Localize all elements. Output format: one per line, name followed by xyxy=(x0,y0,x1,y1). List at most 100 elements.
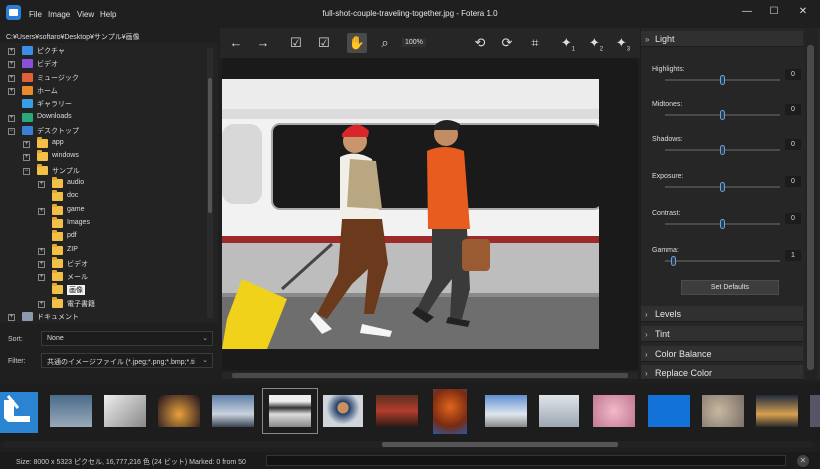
tint-section-header[interactable]: › Tint xyxy=(641,326,803,342)
thumbnail-selected[interactable] xyxy=(262,388,318,434)
minimize-button[interactable]: — xyxy=(734,4,760,20)
zoom-icon[interactable]: ⌕ xyxy=(375,33,395,53)
expand-icon[interactable]: + xyxy=(38,260,45,268)
expand-icon[interactable]: + xyxy=(38,247,45,255)
tree-item[interactable]: − デスクトップ xyxy=(0,125,205,138)
thumbnail[interactable] xyxy=(648,395,690,427)
tree-item[interactable]: + ドキュメント xyxy=(0,311,205,323)
folder-path: C:¥Users¥softaro¥Desktop¥サンプル¥画像 xyxy=(6,34,140,41)
expand-icon[interactable]: + xyxy=(8,48,15,55)
rotate-right-icon[interactable]: ⟳ xyxy=(497,33,517,53)
zoom-level[interactable]: 100% xyxy=(402,38,426,47)
slider-value[interactable]: 0 xyxy=(785,69,801,80)
slider-value[interactable]: 0 xyxy=(785,176,801,187)
main-photo[interactable] xyxy=(222,79,599,349)
expand-icon[interactable]: + xyxy=(23,141,30,149)
forward-icon[interactable]: → xyxy=(253,33,273,53)
thumbnail[interactable] xyxy=(539,395,579,427)
thumbnail[interactable] xyxy=(810,395,820,427)
sort-select[interactable]: None ⌄ xyxy=(41,331,213,346)
thumbnail[interactable] xyxy=(323,395,363,427)
collapse-icon[interactable]: − xyxy=(8,127,15,135)
tree-item[interactable]: + メール xyxy=(0,270,205,284)
slider-handle[interactable] xyxy=(720,219,725,229)
slider-handle[interactable] xyxy=(720,182,725,192)
tree-item[interactable]: + app xyxy=(0,137,205,151)
expand-icon[interactable]: + xyxy=(8,314,15,321)
tree-item[interactable]: 画像 xyxy=(0,283,205,297)
expand-icon[interactable]: + xyxy=(8,74,15,82)
tree-item[interactable]: + ビデオ xyxy=(0,256,205,271)
slider-value[interactable]: 0 xyxy=(785,104,801,115)
back-icon[interactable]: ← xyxy=(226,33,246,53)
color-balance-section-header[interactable]: › Color Balance xyxy=(641,346,803,362)
crop-icon[interactable]: ⌗ xyxy=(525,33,545,53)
folder-icon xyxy=(52,203,63,215)
tree-item[interactable]: + game xyxy=(0,203,205,218)
tree-item[interactable]: + windows xyxy=(0,150,205,164)
tree-item[interactable]: + 電子書籍 xyxy=(0,296,205,311)
thumbnail[interactable] xyxy=(702,395,744,427)
thumbnail[interactable] xyxy=(158,395,200,427)
slider-handle[interactable] xyxy=(670,256,676,266)
slider-value[interactable]: 0 xyxy=(785,139,801,150)
tree-item[interactable]: + ミュージック xyxy=(0,72,205,85)
magic-wand-1-icon[interactable]: ✦1 xyxy=(558,33,578,53)
thumbnail[interactable] xyxy=(212,395,254,427)
close-icon[interactable]: ✕ xyxy=(797,455,809,467)
panel-scrollbar-thumb[interactable] xyxy=(807,45,814,370)
levels-section-header[interactable]: › Levels xyxy=(641,306,803,322)
thumbnail[interactable] xyxy=(0,392,38,433)
expand-icon[interactable]: + xyxy=(38,207,45,215)
expand-icon[interactable]: + xyxy=(23,154,30,162)
tree-item[interactable]: pdf xyxy=(0,230,205,244)
check-all-icon[interactable]: ☑ xyxy=(314,33,334,53)
thumbnail[interactable] xyxy=(104,395,146,427)
tree-item[interactable]: + ピクチャ xyxy=(0,45,205,58)
tree-item[interactable]: doc xyxy=(0,190,205,204)
tree-item[interactable]: Images xyxy=(0,216,205,231)
close-button[interactable]: ✕ xyxy=(790,4,816,20)
folder-icon xyxy=(52,243,63,255)
thumbnail[interactable] xyxy=(50,395,92,427)
thumbnail[interactable] xyxy=(756,395,798,427)
expand-icon[interactable]: + xyxy=(8,87,15,95)
magic-wand-2-icon[interactable]: ✦2 xyxy=(586,33,606,53)
collapse-icon[interactable]: − xyxy=(23,167,30,175)
tree-scrollbar-thumb[interactable] xyxy=(208,78,212,213)
check-icon[interactable]: ☑ xyxy=(286,33,306,53)
tree-item[interactable]: + audio xyxy=(0,177,205,191)
thumbnail[interactable] xyxy=(376,395,418,427)
filter-select[interactable]: 共通のイメージファイル (*.jpeg;*.png;*.bmp;*.ti ⌄ xyxy=(41,353,213,368)
slider-handle[interactable] xyxy=(720,110,725,120)
tree-item[interactable]: + ホーム xyxy=(0,85,205,98)
chevron-right-icon: › xyxy=(645,350,648,359)
thumbnail[interactable] xyxy=(593,395,635,427)
tree-item[interactable]: − サンプル xyxy=(0,163,205,178)
expand-icon[interactable]: + xyxy=(38,300,45,308)
thumbnail-scrollbar-thumb[interactable] xyxy=(382,442,618,447)
tree-item[interactable]: ギャラリー xyxy=(0,98,205,111)
viewer-scrollbar-thumb[interactable] xyxy=(232,373,628,378)
set-defaults-button[interactable]: Set Defaults xyxy=(681,280,779,295)
tree-item[interactable]: + Downloads xyxy=(0,112,205,125)
slider-track[interactable] xyxy=(665,260,780,262)
thumbnail[interactable] xyxy=(485,395,527,427)
expand-icon[interactable]: + xyxy=(38,274,45,282)
slider-handle[interactable] xyxy=(720,75,725,85)
tree-item[interactable]: + ビデオ xyxy=(0,58,205,71)
expand-icon[interactable]: + xyxy=(38,181,45,188)
tree-item[interactable]: + ZIP xyxy=(0,243,205,258)
replace-color-section-header[interactable]: › Replace Color xyxy=(641,365,803,380)
thumbnail[interactable] xyxy=(433,389,467,434)
slider-value[interactable]: 1 xyxy=(785,250,801,261)
rotate-left-icon[interactable]: ⟲ xyxy=(470,33,490,53)
expand-icon[interactable]: + xyxy=(8,114,15,122)
pan-tool-icon[interactable]: ✋ xyxy=(347,33,367,53)
light-section-header[interactable]: » Light xyxy=(641,31,803,47)
slider-value[interactable]: 0 xyxy=(785,213,801,224)
magic-wand-3-icon[interactable]: ✦3 xyxy=(613,33,633,53)
maximize-button[interactable]: ☐ xyxy=(761,4,787,20)
slider-handle[interactable] xyxy=(720,145,725,155)
expand-icon[interactable]: + xyxy=(8,61,15,69)
